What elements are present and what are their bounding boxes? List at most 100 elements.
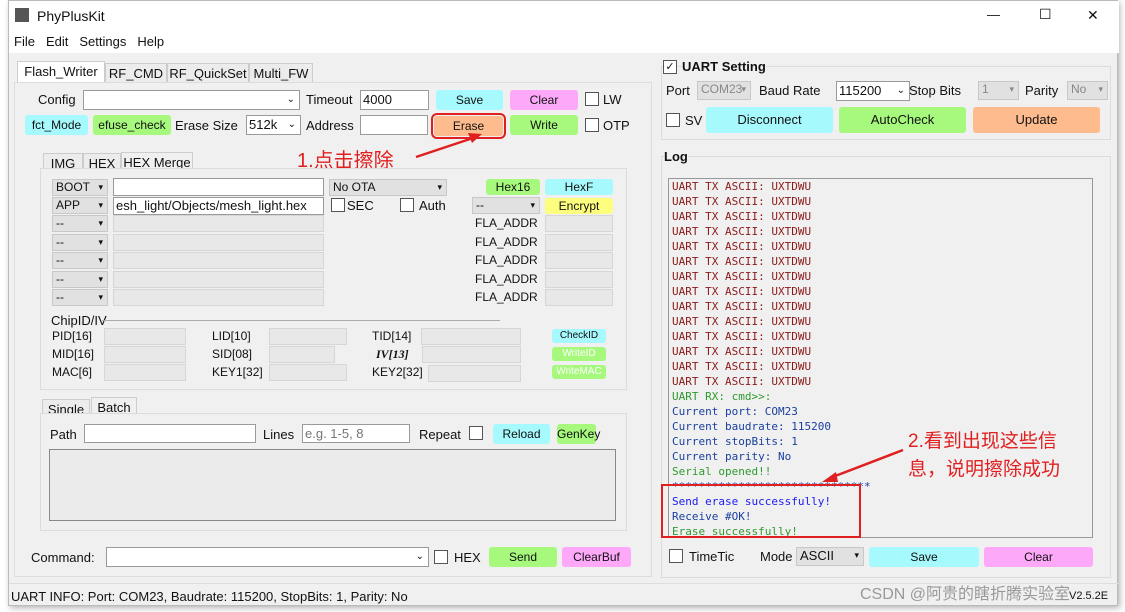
fla-addr-input[interactable] (545, 270, 613, 288)
segment-select[interactable]: -- (52, 270, 108, 288)
segment-select[interactable]: -- (52, 233, 108, 251)
update-button[interactable]: Update (973, 107, 1100, 133)
fla-addr-input[interactable] (545, 252, 613, 269)
sec-checkbox[interactable] (331, 198, 345, 212)
batch-output-area[interactable] (49, 449, 616, 521)
annotation-arrow-1 (415, 133, 482, 159)
segment-path-input[interactable] (113, 270, 324, 288)
config-select[interactable]: ⌄ (83, 90, 300, 110)
key1-input[interactable] (269, 364, 347, 381)
tab-multi-fw[interactable]: Multi_FW (249, 63, 313, 84)
lid-input[interactable] (269, 328, 347, 345)
encrypt-key-select[interactable]: -- (472, 197, 540, 214)
segment-select[interactable]: -- (52, 215, 108, 232)
segment-path-input[interactable] (113, 215, 324, 232)
menu-settings[interactable]: Settings (79, 34, 126, 49)
mid-input[interactable] (104, 346, 186, 363)
tid-input[interactable] (421, 328, 521, 345)
fla-addr-input[interactable] (545, 233, 613, 251)
timetic-checkbox[interactable] (669, 549, 683, 563)
menu-edit[interactable]: Edit (46, 34, 68, 49)
timeout-label: Timeout (306, 92, 353, 107)
reload-button[interactable]: Reload (493, 424, 550, 444)
segment-path-input[interactable] (113, 233, 324, 251)
efuse-check-button[interactable]: efuse_check (93, 115, 171, 135)
repeat-checkbox[interactable] (469, 426, 483, 440)
app-select[interactable]: APP (52, 197, 108, 214)
baud-select[interactable]: 115200 ⌄ (836, 81, 910, 101)
auth-checkbox[interactable] (400, 198, 414, 212)
timetic-label: TimeTic (689, 549, 735, 564)
parity-select[interactable]: No (1067, 81, 1108, 100)
stop-bits-select[interactable]: 1 (978, 81, 1019, 100)
log-clear-button[interactable]: Clear (984, 547, 1093, 567)
key2-input[interactable] (428, 365, 521, 382)
tab-rf-cmd[interactable]: RF_CMD (105, 63, 167, 84)
address-label: Address (306, 118, 354, 133)
minimize-button[interactable]: — (987, 7, 1000, 22)
boot-path-input[interactable] (113, 178, 324, 196)
uart-setting-title: UART Setting (682, 59, 766, 74)
maximize-button[interactable]: ☐ (1039, 6, 1052, 23)
clear-config-button[interactable]: Clear (510, 90, 578, 110)
log-save-button[interactable]: Save (869, 547, 979, 567)
hex16-button[interactable]: Hex16 (486, 179, 540, 195)
otp-label: OTP (603, 118, 630, 133)
segment-path-input[interactable] (113, 289, 324, 306)
log-line: UART TX ASCII: UXTDWU (672, 300, 812, 313)
clearbuf-button[interactable]: ClearBuf (562, 547, 631, 567)
writemac-button[interactable]: WriteMAC (552, 365, 606, 379)
timeout-input[interactable]: 4000 (360, 90, 429, 110)
menu-file[interactable]: File (14, 34, 35, 49)
sv-label: SV (685, 113, 703, 128)
auth-label: Auth (419, 198, 446, 213)
sid-input[interactable] (269, 346, 335, 363)
fla-addr-input[interactable] (545, 215, 613, 232)
encrypt-button[interactable]: Encrypt (545, 198, 613, 214)
tab-flash-writer[interactable]: Flash_Writer (17, 61, 105, 83)
port-label: Port (666, 83, 690, 98)
path-label: Path (50, 427, 77, 442)
send-button[interactable]: Send (489, 547, 557, 567)
uart-setting-checkbox[interactable]: ✓ (663, 60, 677, 74)
save-config-button[interactable]: Save (436, 90, 503, 110)
boot-select[interactable]: BOOT (52, 179, 108, 196)
hexf-button[interactable]: HexF (545, 179, 613, 195)
tab-rf-quickset[interactable]: RF_QuickSet (167, 63, 249, 84)
app-path-input[interactable]: esh_light/Objects/mesh_light.hex (113, 197, 324, 215)
genkey-button[interactable]: GenKey (557, 424, 600, 444)
port-select[interactable]: COM23 (697, 81, 751, 100)
menu-help[interactable]: Help (137, 34, 164, 49)
log-line: UART TX ASCII: UXTDWU (672, 240, 812, 253)
writeid-button[interactable]: WriteID (552, 347, 606, 361)
write-button[interactable]: Write (510, 115, 578, 135)
repeat-label: Repeat (419, 427, 461, 442)
sv-checkbox[interactable] (666, 113, 680, 127)
ota-select[interactable]: No OTA (329, 179, 447, 196)
mode-select[interactable]: ASCII (796, 547, 864, 566)
pid-input[interactable] (104, 328, 186, 345)
command-input[interactable]: ⌄ (106, 547, 429, 567)
segment-select[interactable]: -- (52, 289, 108, 306)
stop-bits-label: Stop Bits (909, 83, 962, 98)
lw-checkbox[interactable] (585, 92, 599, 106)
fla-addr-input[interactable] (545, 289, 613, 306)
disconnect-button[interactable]: Disconnect (706, 107, 833, 133)
segment-select[interactable]: -- (52, 252, 108, 269)
hex-label: HEX (454, 550, 481, 565)
mac-input[interactable] (104, 364, 186, 381)
iv-input[interactable] (422, 346, 521, 363)
close-button[interactable]: ✕ (1087, 7, 1099, 24)
checkid-button[interactable]: CheckID (552, 329, 606, 343)
path-input[interactable] (84, 424, 256, 443)
lid-label: LID[10] (212, 329, 251, 343)
autocheck-button[interactable]: AutoCheck (839, 107, 966, 133)
segment-path-input[interactable] (113, 252, 324, 269)
log-line: UART TX ASCII: UXTDWU (672, 375, 812, 388)
hex-checkbox[interactable] (434, 550, 448, 564)
erase-size-select[interactable]: 512k ⌄ (246, 115, 301, 135)
lines-input[interactable] (302, 424, 410, 443)
key2-label: KEY2[32] (372, 365, 423, 379)
fct-mode-button[interactable]: fct_Mode (25, 115, 88, 135)
otp-checkbox[interactable] (585, 118, 599, 132)
